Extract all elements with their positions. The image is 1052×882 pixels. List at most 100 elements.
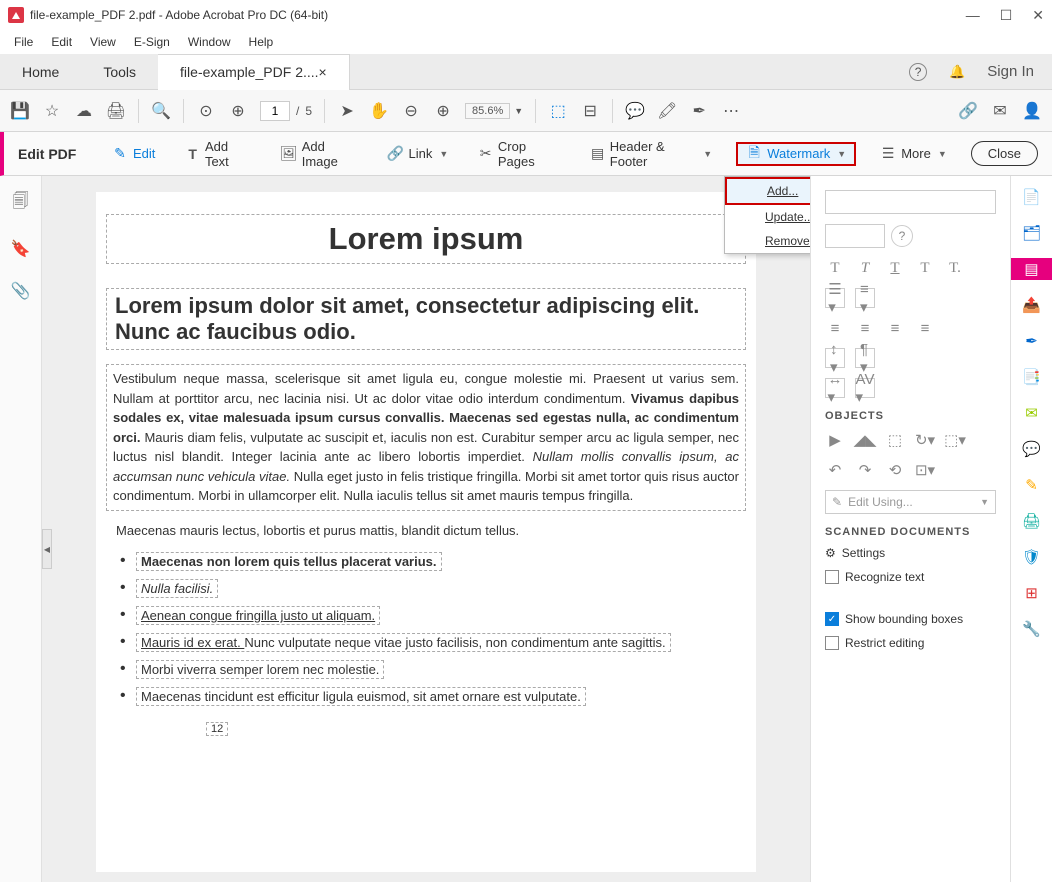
menu-view[interactable]: View: [82, 33, 124, 51]
page-down-icon[interactable]: ⊕: [228, 101, 248, 121]
superscript-icon[interactable]: T: [915, 258, 935, 278]
underline-icon[interactable]: T: [885, 258, 905, 278]
fill-sign-icon[interactable]: ✎: [1021, 474, 1043, 496]
account-icon[interactable]: 👤: [1022, 101, 1042, 121]
align-justify-icon[interactable]: ≡: [915, 318, 935, 338]
doc-paragraph-1[interactable]: Vestibulum neque massa, scelerisque sit …: [106, 364, 746, 511]
numbered-list-icon[interactable]: ≡ ▾: [855, 288, 875, 308]
scan-icon[interactable]: 🖨: [1021, 510, 1043, 532]
star-icon[interactable]: ☆: [42, 101, 62, 121]
horizontal-scale-icon[interactable]: ↔ ▾: [825, 378, 845, 398]
more-icon[interactable]: ⋯: [721, 101, 741, 121]
list-item[interactable]: Maecenas tincidunt est efficitur ligula …: [120, 683, 756, 710]
tools-wrench-icon[interactable]: 🔧: [1021, 618, 1043, 640]
bookmark-icon[interactable]: 🔖: [11, 239, 31, 259]
send-comments-icon[interactable]: ✉: [1021, 402, 1043, 424]
header-footer-button[interactable]: ▤Header & Footer▼: [584, 135, 718, 173]
combine-icon[interactable]: 🗂: [1021, 222, 1043, 244]
thumbnails-icon[interactable]: 🗐: [13, 190, 29, 217]
help-icon[interactable]: ?: [909, 63, 927, 81]
add-image-button[interactable]: 🖼Add Image: [275, 135, 364, 173]
close-window-button[interactable]: ✕: [1032, 7, 1044, 24]
replace-icon[interactable]: ⟲: [885, 460, 905, 480]
list-item[interactable]: Nulla facilisi.: [120, 575, 756, 602]
email-icon[interactable]: ✉: [990, 101, 1010, 121]
watermark-update[interactable]: Update...: [725, 205, 810, 229]
document-view[interactable]: ◀ Lorem ipsum Lorem ipsum dolor sit amet…: [42, 176, 810, 882]
highlight-icon[interactable]: 🖍: [657, 101, 677, 121]
char-spacing-icon[interactable]: AV ▾: [855, 378, 875, 398]
edit-button[interactable]: ✎Edit: [106, 142, 161, 166]
fit-width-icon[interactable]: ⬚: [548, 101, 568, 121]
page-number[interactable]: 12: [206, 722, 228, 736]
page-input[interactable]: [260, 101, 290, 121]
settings-link[interactable]: ⚙Settings: [825, 546, 996, 560]
font-dropdown[interactable]: [825, 190, 996, 214]
size-dropdown[interactable]: [825, 224, 885, 248]
undo-icon[interactable]: ↶: [825, 460, 845, 480]
hand-icon[interactable]: ✋: [369, 101, 389, 121]
plus-icon[interactable]: ⊕: [433, 101, 453, 121]
menu-help[interactable]: Help: [241, 33, 282, 51]
maximize-button[interactable]: ☐: [1000, 7, 1013, 24]
protect-icon[interactable]: 🛡: [1021, 546, 1043, 568]
save-icon[interactable]: 💾: [10, 101, 30, 121]
crop-object-icon[interactable]: ⬚: [885, 430, 905, 450]
comment-icon[interactable]: 💬: [625, 101, 645, 121]
menu-esign[interactable]: E-Sign: [126, 33, 178, 51]
page-up-icon[interactable]: ⊙: [196, 101, 216, 121]
rotate-icon[interactable]: ↻▾: [915, 430, 935, 450]
tab-document[interactable]: file-example_PDF 2.... ×: [158, 54, 350, 90]
redo-icon[interactable]: ↷: [855, 460, 875, 480]
fit-page-icon[interactable]: ⊟: [580, 101, 600, 121]
organize-icon[interactable]: 📑: [1021, 366, 1043, 388]
menu-window[interactable]: Window: [180, 33, 239, 51]
align-obj-icon[interactable]: ⊡▾: [915, 460, 935, 480]
restrict-editing-checkbox[interactable]: Restrict editing: [825, 636, 996, 650]
align-center-icon[interactable]: ≡: [855, 318, 875, 338]
watermark-button[interactable]: 🗎Watermark▼: [736, 142, 856, 166]
list-item[interactable]: Aenean congue fringilla justo ut aliquam…: [120, 602, 756, 629]
bulleted-list-icon[interactable]: ☰ ▾: [825, 288, 845, 308]
menu-file[interactable]: File: [6, 33, 41, 51]
show-bounding-checkbox[interactable]: ✓Show bounding boxes: [825, 612, 996, 626]
pointer-icon[interactable]: ➤: [337, 101, 357, 121]
more-button[interactable]: ☰More▼: [874, 142, 953, 166]
crop-button[interactable]: ✂Crop Pages: [472, 135, 566, 173]
tab-close-icon[interactable]: ×: [319, 64, 327, 80]
minimize-button[interactable]: —: [966, 7, 980, 24]
tab-home[interactable]: Home: [0, 54, 81, 90]
sign-icon[interactable]: ✒: [689, 101, 709, 121]
flip-v-icon[interactable]: ◢◣: [855, 430, 875, 450]
bold-icon[interactable]: T: [825, 258, 845, 278]
doc-subtitle[interactable]: Lorem ipsum dolor sit amet, consectetur …: [106, 288, 746, 350]
flip-h-icon[interactable]: ▶: [825, 430, 845, 450]
align-left-icon[interactable]: ≡: [825, 318, 845, 338]
export-icon[interactable]: 📤: [1021, 294, 1043, 316]
edit-pdf-tool-icon[interactable]: ▤: [1011, 258, 1052, 280]
align-right-icon[interactable]: ≡: [885, 318, 905, 338]
list-item[interactable]: Mauris id ex erat. Nunc vulputate neque …: [120, 629, 756, 656]
recognize-text-checkbox[interactable]: Recognize text: [825, 570, 996, 584]
print-icon[interactable]: 🖨: [106, 101, 126, 121]
create-pdf-icon[interactable]: 📄: [1021, 186, 1043, 208]
help-icon[interactable]: ?: [891, 225, 913, 247]
watermark-add[interactable]: Add...: [725, 177, 810, 205]
menu-edit[interactable]: Edit: [43, 33, 80, 51]
minus-icon[interactable]: ⊖: [401, 101, 421, 121]
zoom-level[interactable]: 85.6%: [465, 103, 510, 119]
doc-paragraph-2[interactable]: Maecenas mauris lectus, lobortis et puru…: [110, 517, 742, 545]
sign-in-link[interactable]: Sign In: [987, 63, 1034, 80]
tab-tools[interactable]: Tools: [81, 54, 158, 90]
add-text-button[interactable]: TAdd Text: [179, 135, 256, 173]
list-item[interactable]: Morbi viverra semper lorem nec molestie.: [120, 656, 756, 683]
watermark-remove[interactable]: Remove...: [725, 229, 810, 253]
comment-tool-icon[interactable]: 💬: [1021, 438, 1043, 460]
close-button[interactable]: Close: [971, 141, 1038, 166]
bell-icon[interactable]: 🔔: [949, 64, 965, 80]
paragraph-spacing-icon[interactable]: ¶ ▾: [855, 348, 875, 368]
line-spacing-icon[interactable]: ↕ ▾: [825, 348, 845, 368]
left-collapse-handle[interactable]: ◀: [42, 529, 52, 569]
subscript-icon[interactable]: T.: [945, 258, 965, 278]
cloud-icon[interactable]: ☁: [74, 101, 94, 121]
